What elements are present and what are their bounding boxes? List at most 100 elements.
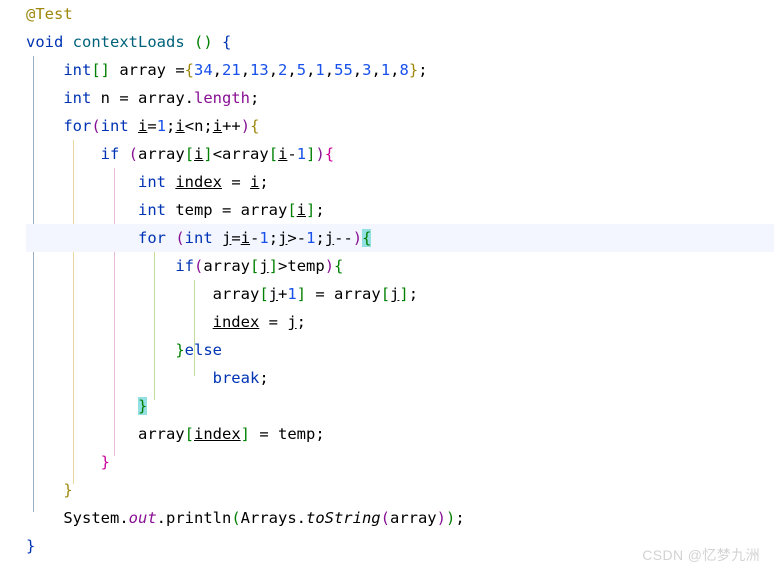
code-token: array bbox=[203, 257, 250, 275]
code-token: ) bbox=[324, 257, 335, 275]
code-token: temp = array bbox=[165, 201, 288, 219]
code-token: array bbox=[212, 285, 260, 303]
code-token: [ bbox=[184, 145, 195, 163]
code-token: >- bbox=[287, 229, 307, 247]
code-token: () bbox=[194, 33, 213, 51]
code-token: out bbox=[128, 509, 157, 527]
code-token: ( bbox=[380, 509, 390, 527]
code-line[interactable]: int index = i; bbox=[26, 168, 774, 196]
code-token: 2 bbox=[278, 61, 288, 79]
code-token: , bbox=[212, 61, 223, 79]
code-token: ; bbox=[418, 61, 428, 79]
code-token: , bbox=[371, 61, 381, 79]
code-line[interactable]: int n = array.length; bbox=[26, 84, 774, 112]
code-token: ; bbox=[259, 369, 269, 387]
code-token: , bbox=[390, 61, 400, 79]
code-line[interactable]: } bbox=[26, 476, 774, 504]
code-token: ; bbox=[455, 509, 465, 527]
code-token: { bbox=[362, 229, 372, 247]
code-token: ] bbox=[306, 201, 316, 219]
code-token: i bbox=[278, 145, 288, 163]
code-token: j bbox=[259, 257, 269, 275]
code-token: ; bbox=[249, 89, 260, 107]
code-token: index bbox=[212, 313, 260, 331]
code-line[interactable]: for (int j=i-1;j>-1;j--){ bbox=[26, 224, 774, 252]
code-line[interactable]: } bbox=[26, 392, 774, 420]
code-line[interactable]: if(array[j]>temp){ bbox=[26, 252, 774, 280]
code-token: -- bbox=[334, 229, 353, 247]
code-token: break bbox=[212, 369, 260, 387]
code-token: ) bbox=[446, 509, 456, 527]
code-token: , bbox=[287, 61, 297, 79]
code-token: { bbox=[250, 117, 260, 135]
code-token: int bbox=[137, 173, 166, 191]
code-line[interactable]: array[index] = temp; bbox=[26, 420, 774, 448]
code-token: toString bbox=[305, 509, 381, 527]
code-token: { bbox=[222, 33, 232, 51]
code-content[interactable]: @Test void contextLoads () { int [] array … bbox=[0, 0, 774, 560]
code-token: + bbox=[278, 285, 288, 303]
code-token: 1 bbox=[156, 117, 167, 135]
code-line[interactable]: } bbox=[26, 448, 774, 476]
code-token: ( bbox=[231, 509, 241, 527]
code-line[interactable]: if (array[i]<array[i-1]){ bbox=[26, 140, 774, 168]
code-token: <n; bbox=[184, 117, 213, 135]
code-token: i bbox=[240, 229, 251, 247]
code-line[interactable]: array[j+1] = array[j]; bbox=[26, 280, 774, 308]
code-token: 21 bbox=[222, 61, 241, 79]
code-token: [ bbox=[287, 201, 297, 219]
code-line[interactable]: for(int i=1;i<n;i++){ bbox=[26, 112, 774, 140]
code-token: 1 bbox=[315, 61, 325, 79]
code-token: ; bbox=[315, 201, 325, 219]
code-token: array = bbox=[110, 61, 185, 79]
code-token: j bbox=[390, 285, 400, 303]
code-line[interactable]: int temp = array[i]; bbox=[26, 196, 774, 224]
code-token: ; bbox=[166, 117, 176, 135]
code-token: i bbox=[194, 145, 204, 163]
code-token: if bbox=[175, 257, 194, 275]
code-line[interactable]: }else bbox=[26, 336, 774, 364]
code-token: .println bbox=[156, 509, 232, 527]
code-token: i bbox=[296, 201, 306, 219]
code-token: } bbox=[100, 453, 110, 471]
code-line[interactable]: void contextLoads () { bbox=[26, 28, 774, 56]
code-token: = temp; bbox=[250, 425, 325, 443]
code-token: } bbox=[137, 397, 148, 415]
code-token: <array bbox=[212, 145, 269, 163]
code-line[interactable]: @Test bbox=[26, 0, 774, 28]
code-token: = array bbox=[306, 285, 381, 303]
code-token: 13 bbox=[250, 61, 269, 79]
code-token: i bbox=[212, 117, 223, 135]
code-line[interactable]: int[] array ={34,21,13,2,5,1,55,3,1,8}; bbox=[26, 56, 774, 84]
code-line[interactable]: break; bbox=[26, 364, 774, 392]
code-line[interactable]: System.out.println(Arrays.toString(array… bbox=[26, 504, 774, 532]
code-token: int bbox=[100, 117, 129, 135]
code-token: 1 bbox=[287, 285, 297, 303]
code-token: , bbox=[352, 61, 363, 79]
code-token: i bbox=[175, 117, 185, 135]
code-token: ( bbox=[193, 257, 204, 275]
code-token: int bbox=[63, 61, 92, 79]
code-token: ] bbox=[203, 145, 213, 163]
code-token: 34 bbox=[194, 61, 213, 79]
code-editor[interactable]: @Test void contextLoads () { int [] array … bbox=[0, 0, 774, 579]
code-line[interactable]: index = j; bbox=[26, 308, 774, 336]
code-token: 5 bbox=[296, 61, 307, 79]
code-token: ] bbox=[240, 425, 251, 443]
code-token: array bbox=[389, 509, 437, 527]
code-token: ; bbox=[268, 229, 279, 247]
code-token: int bbox=[184, 229, 213, 247]
